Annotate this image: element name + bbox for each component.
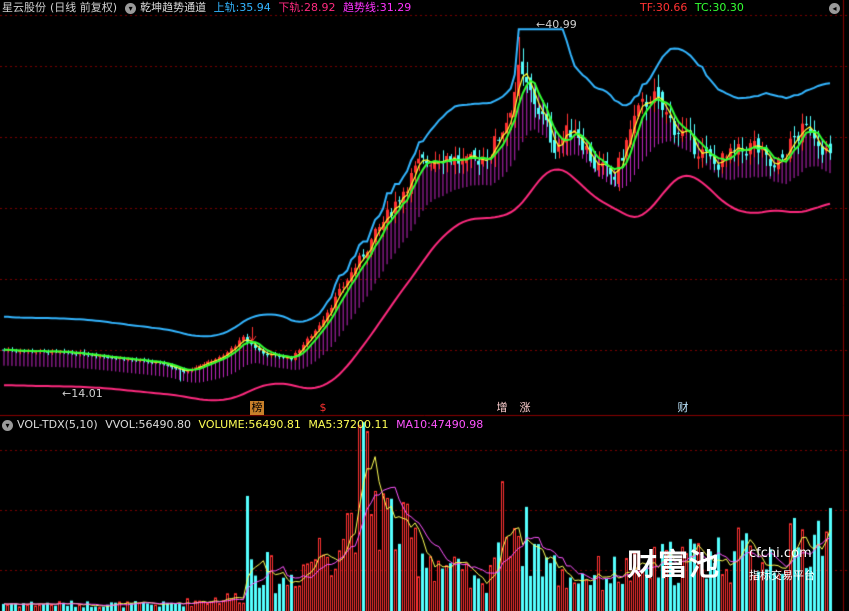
watermark-site: cfchi.com: [749, 546, 812, 561]
upper-band-label: 上轨:: [213, 1, 240, 14]
event-marker-zeng[interactable]: 增: [495, 401, 509, 415]
event-marker-cai[interactable]: 财: [676, 401, 690, 415]
panel-toggle-icon[interactable]: ◂: [829, 3, 840, 14]
low-price-label: ←14.01: [62, 387, 103, 400]
volume-indicator-name[interactable]: VOL-TDX(5,10): [17, 417, 98, 433]
ma10-value: 47490.98: [430, 418, 484, 431]
watermark-tagline: 指标交易平台: [749, 569, 815, 582]
ma5-label: MA5:: [308, 418, 337, 431]
low-price-value: 14.01: [71, 387, 103, 400]
trend-line-value: 31.29: [379, 1, 412, 14]
ma10-label: MA10:: [396, 418, 431, 431]
price-panel-header: 星云股份 (日线 前复权) ▾ 乾坤趋势通道 上轨:35.94 下轨:28.92 趋势…: [0, 0, 415, 16]
tf-tc-readout: TF:30.66 TC:30.30: [640, 0, 748, 16]
tf-value: 30.66: [655, 1, 688, 14]
high-arrow-icon: ←: [536, 18, 546, 31]
indicator-name[interactable]: 乾坤趋势通道: [140, 0, 206, 16]
tc-value: 30.30: [712, 1, 744, 14]
period-label: (日线 前复权): [50, 1, 118, 14]
volume-label: VOLUME:: [198, 418, 249, 431]
vvol-value: 56490.80: [138, 418, 192, 431]
volume-panel-header: ▾ VOL-TDX(5,10) VVOL:56490.80 VOLUME:5649…: [0, 417, 487, 433]
event-marker-dollar[interactable]: $: [316, 401, 330, 415]
watermark-brand: 财富池: [627, 548, 720, 583]
volume-value: 56490.81: [248, 418, 301, 431]
stock-name: 星云股份: [2, 1, 46, 14]
lower-band-value: 28.92: [304, 1, 336, 14]
lower-band-label: 下轨:: [278, 1, 305, 14]
event-marker-zhang[interactable]: 涨: [518, 401, 532, 415]
upper-band-value: 35.94: [239, 1, 271, 14]
tc-label: TC:: [694, 1, 713, 14]
ma5-value: 37200.11: [336, 418, 389, 431]
high-price-label: ←40.99: [536, 18, 577, 31]
watermark: 财富池 cfchi.com 指标交易平台: [627, 540, 815, 584]
event-marker-bang[interactable]: 榜: [250, 401, 264, 415]
trend-line-label: 趋势线:: [343, 1, 380, 14]
tf-label: TF:: [640, 1, 656, 14]
volume-menu-icon[interactable]: ▾: [2, 419, 13, 431]
high-price-value: 40.99: [545, 18, 577, 31]
low-arrow-icon: ←: [62, 387, 72, 400]
indicator-menu-icon[interactable]: ▾: [125, 2, 137, 14]
kline-chart-canvas[interactable]: [0, 0, 849, 611]
vvol-label: VVOL:: [105, 418, 139, 431]
